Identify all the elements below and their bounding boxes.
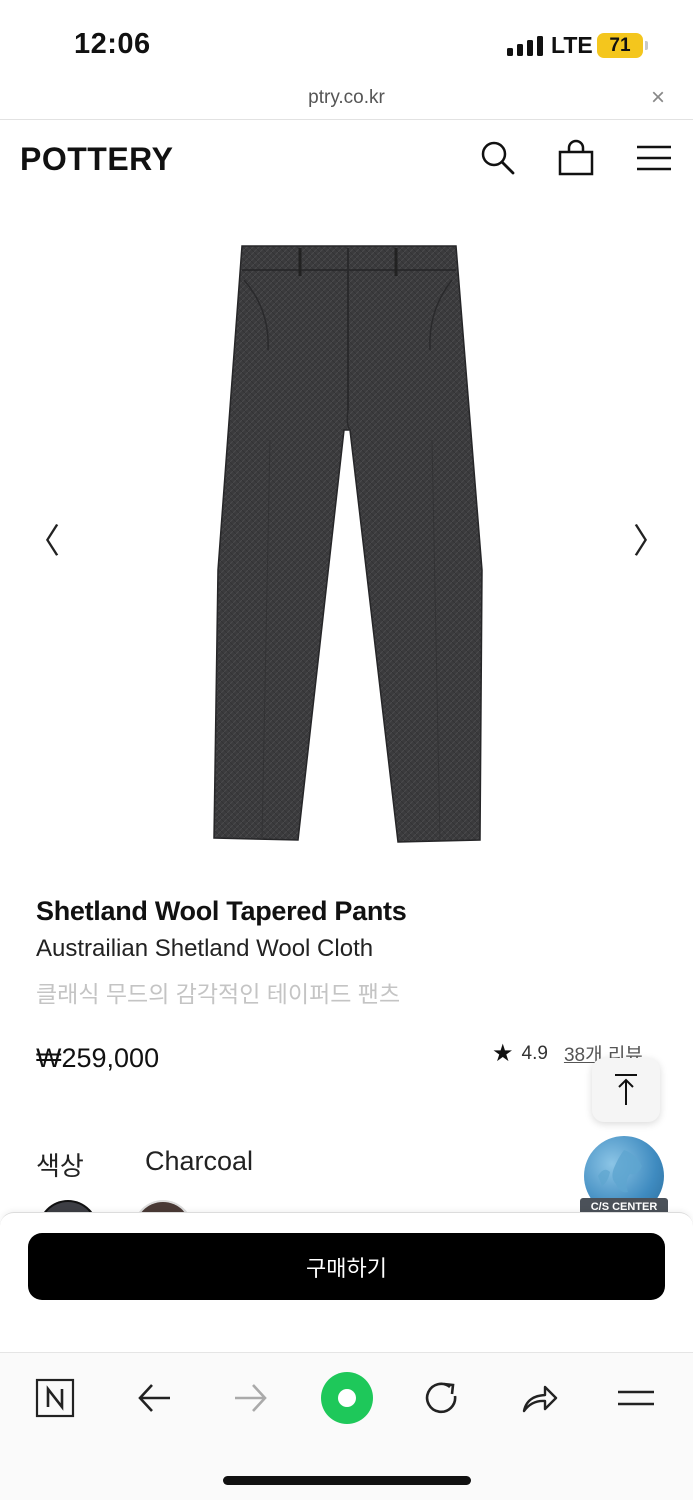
forward-icon[interactable] (228, 1375, 274, 1421)
scroll-to-top-button[interactable] (592, 1058, 660, 1122)
arrow-up-icon (615, 1074, 637, 1105)
network-type: LTE (551, 32, 593, 58)
url-bar[interactable]: ptry.co.kr × (0, 84, 693, 120)
product-price: ₩259,000 (36, 1043, 160, 1073)
buy-panel: 구매하기 (0, 1212, 693, 1352)
prev-arrow-icon[interactable]: 〈 (26, 525, 60, 559)
green-dot-icon[interactable] (320, 1371, 374, 1425)
browser-toolbar (0, 1352, 693, 1442)
next-arrow-icon[interactable]: 〉 (633, 525, 667, 559)
product-subtitle: Austrailian Shetland Wool Cloth (36, 935, 374, 962)
naver-icon[interactable] (32, 1375, 78, 1421)
shopping-bag-icon[interactable] (556, 138, 596, 178)
status-bar: 12:06 LTE 71 (0, 0, 693, 84)
share-icon[interactable] (516, 1375, 562, 1421)
bottom-safe-area (0, 1442, 693, 1500)
search-icon[interactable] (478, 138, 518, 178)
color-label: 색상 (36, 1151, 84, 1181)
signal-strength-icon (507, 36, 543, 56)
battery-icon: 71 (597, 33, 643, 58)
close-icon[interactable]: × (651, 84, 665, 112)
home-indicator[interactable] (223, 1476, 471, 1485)
battery-tip (645, 41, 648, 50)
buy-button[interactable]: 구매하기 (28, 1233, 665, 1300)
site-logo[interactable]: POTTERY (20, 141, 173, 178)
reload-icon[interactable] (419, 1375, 465, 1421)
site-header: POTTERY (0, 121, 693, 197)
product-gallery[interactable]: 〈 〉 (0, 200, 693, 870)
product-name: Shetland Wool Tapered Pants (36, 896, 407, 926)
product-photo (213, 245, 483, 843)
url-text[interactable]: ptry.co.kr (0, 87, 693, 109)
selected-color: Charcoal (145, 1146, 254, 1176)
clock: 12:06 (74, 28, 151, 60)
browser-menu-icon[interactable] (613, 1375, 659, 1421)
back-icon[interactable] (131, 1375, 177, 1421)
rating-value: 4.9 (521, 1042, 548, 1064)
product-description: 클래식 무드의 감각적인 테이퍼드 팬츠 (36, 981, 401, 1007)
star-icon: ★ (492, 1040, 514, 1067)
menu-icon[interactable] (634, 138, 674, 178)
